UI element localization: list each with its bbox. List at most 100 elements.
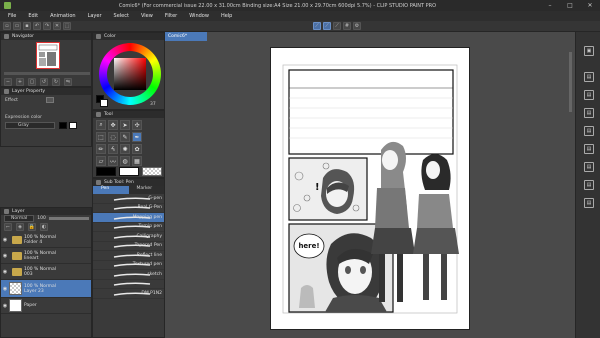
fit-icon[interactable]: ▢: [28, 78, 36, 86]
zoom-tool-icon[interactable]: ⌕: [96, 120, 106, 130]
opacity-value[interactable]: 100: [37, 216, 46, 221]
document-tab[interactable]: Comic6*: [165, 32, 207, 41]
navigator-zoom-slider[interactable]: [4, 72, 90, 75]
brush-item[interactable]: Tapered Pen: [93, 242, 164, 251]
flip-icon[interactable]: ⇋: [64, 78, 72, 86]
menu-select[interactable]: Select: [108, 13, 135, 19]
save-icon[interactable]: ▪: [23, 22, 31, 30]
clear-icon[interactable]: ✕: [53, 22, 61, 30]
sub-color-swatch[interactable]: [100, 99, 108, 107]
dock-folder-icon-1[interactable]: ▤: [584, 72, 594, 82]
menu-view[interactable]: View: [135, 13, 159, 19]
snap-special-icon[interactable]: ⟋: [333, 22, 341, 30]
pen-tool-icon[interactable]: ✒: [132, 132, 142, 142]
lock-icon[interactable]: 🔒: [28, 223, 36, 231]
pencil-tool-icon[interactable]: ✏: [96, 144, 106, 154]
menu-edit[interactable]: Edit: [22, 13, 44, 19]
menu-animation[interactable]: Animation: [44, 13, 82, 19]
dock-folder-icon-5[interactable]: ▤: [584, 144, 594, 154]
layer-row-layer-23[interactable]: ◉ 100 % Normal Layer 23: [1, 280, 91, 298]
menu-filter[interactable]: Filter: [159, 13, 183, 19]
dock-folder-icon-4[interactable]: ▤: [584, 126, 594, 136]
brush-tool-icon[interactable]: ᔦ: [108, 144, 118, 154]
undo-icon[interactable]: ↶: [33, 22, 41, 30]
dock-folder-icon-3[interactable]: ▤: [584, 108, 594, 118]
canvas-scrollbar[interactable]: [569, 52, 572, 112]
zoom-out-icon[interactable]: −: [4, 78, 12, 86]
layer-row-folder-4[interactable]: ◉ 100 % Normal Folder 4: [1, 232, 91, 248]
grid-icon[interactable]: #: [343, 22, 351, 30]
operation-tool-icon[interactable]: ➤: [120, 120, 130, 130]
mask-icon[interactable]: ◐: [40, 223, 48, 231]
dock-folder-icon-2[interactable]: ▤: [584, 90, 594, 100]
layer-row-paper[interactable]: ◉ Paper: [1, 298, 91, 314]
tab-pen[interactable]: Pen: [93, 186, 129, 194]
clip-icon[interactable]: ⌐: [4, 223, 12, 231]
expression-main-swatch[interactable]: [59, 122, 67, 129]
snap-grid-icon[interactable]: ⟋: [323, 22, 331, 30]
visibility-eye-icon[interactable]: ◉: [1, 253, 9, 259]
fill-tool-icon[interactable]: ◍: [120, 156, 130, 166]
lasso-tool-icon[interactable]: ◌: [108, 132, 118, 142]
selection-tool-icon[interactable]: ⬚: [96, 132, 106, 142]
menu-window[interactable]: Window: [183, 13, 215, 19]
close-button[interactable]: ✕: [580, 0, 600, 11]
open-file-icon[interactable]: ▭: [13, 22, 21, 30]
brush-item[interactable]: DM P1N2: [93, 289, 164, 299]
brush-item[interactable]: Textured pen: [93, 261, 164, 270]
new-file-icon[interactable]: ▫: [3, 22, 11, 30]
brush-item[interactable]: [93, 280, 164, 289]
redo-icon[interactable]: ↷: [43, 22, 51, 30]
tab-marker[interactable]: Marker: [128, 186, 164, 194]
airbrush-tool-icon[interactable]: ✺: [120, 144, 130, 154]
reference-icon[interactable]: ◈: [16, 223, 24, 231]
tool-sub-color-swatch[interactable]: [119, 167, 139, 176]
visibility-eye-icon[interactable]: ◉: [1, 237, 9, 243]
rotate-right-icon[interactable]: ↻: [52, 78, 60, 86]
canvas-area[interactable]: Comic6* here! !: [165, 32, 575, 338]
brush-item[interactable]: Reflect line: [93, 251, 164, 261]
layer-row-lineart[interactable]: ◉ 100 % Normal lineart: [1, 248, 91, 264]
blend-tool-icon[interactable]: 〰: [108, 156, 118, 166]
brush-item[interactable]: sketch: [93, 270, 164, 280]
dock-folder-icon-7[interactable]: ▤: [584, 180, 594, 190]
settings-icon[interactable]: ⚙: [353, 22, 361, 30]
dock-folder-icon-8[interactable]: ▤: [584, 198, 594, 208]
dock-folder-icon-6[interactable]: ▤: [584, 162, 594, 172]
navigator-preview: [36, 42, 60, 69]
tool-transparent-swatch[interactable]: [142, 167, 162, 176]
transform-icon[interactable]: ⬚: [63, 22, 71, 30]
tool-main-color-swatch[interactable]: [96, 167, 116, 176]
layer-row-003[interactable]: ◉ 100 % Normal 003: [1, 264, 91, 280]
move-tool-icon[interactable]: ✥: [108, 120, 118, 130]
expression-color-select[interactable]: Gray: [5, 122, 55, 129]
effect-toggle[interactable]: [46, 97, 54, 103]
menu-help[interactable]: Help: [215, 13, 238, 19]
brush-item[interactable]: G-pen: [93, 194, 164, 204]
decoration-tool-icon[interactable]: ✿: [132, 144, 142, 154]
snap-ruler-icon[interactable]: ⟋: [313, 22, 321, 30]
menu-file[interactable]: File: [2, 13, 22, 19]
visibility-eye-icon[interactable]: ◉: [1, 269, 9, 275]
menu-layer[interactable]: Layer: [82, 13, 108, 19]
brush-item[interactable]: Real G-Pen: [93, 204, 164, 213]
opacity-slider[interactable]: [48, 217, 89, 220]
layer-move-tool-icon[interactable]: ✣: [132, 120, 142, 130]
brush-item[interactable]: Mapping pen: [93, 213, 164, 223]
rotate-left-icon[interactable]: ↺: [40, 78, 48, 86]
maximize-button[interactable]: □: [560, 0, 580, 11]
visibility-eye-icon[interactable]: ◉: [1, 303, 9, 309]
visibility-eye-icon[interactable]: ◉: [1, 286, 9, 292]
eraser-tool-icon[interactable]: ▱: [96, 156, 106, 166]
zoom-in-icon[interactable]: +: [16, 78, 24, 86]
gradient-tool-icon[interactable]: ▦: [132, 156, 142, 166]
eyedropper-tool-icon[interactable]: ✎: [120, 132, 130, 142]
brush-item[interactable]: Turnip pen: [93, 223, 164, 232]
blend-mode-select[interactable]: Normal: [4, 215, 35, 222]
color-panel-title: Color: [104, 34, 116, 39]
dock-material-icon[interactable]: ▣: [584, 46, 594, 56]
saturation-value-square[interactable]: [114, 58, 146, 90]
brush-item[interactable]: Calligraphy: [93, 232, 164, 242]
expression-sub-swatch[interactable]: [69, 122, 77, 129]
minimize-button[interactable]: –: [540, 0, 560, 11]
